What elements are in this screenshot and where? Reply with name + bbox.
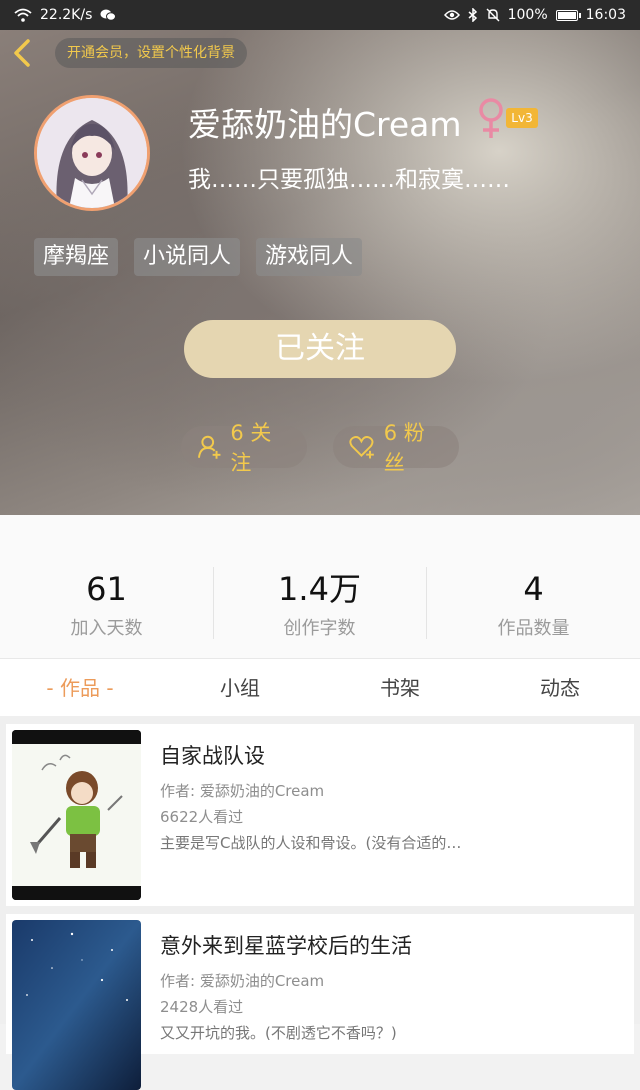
tab-activity[interactable]: 动态	[480, 659, 640, 717]
stat-label: 创作字数	[283, 618, 356, 639]
tag: 摩羯座	[34, 238, 119, 276]
avatar-illustration	[37, 98, 147, 208]
battery-icon	[555, 9, 581, 21]
stat-label: 作品数量	[497, 618, 570, 639]
work-author: 作者: 爱舔奶油的Cream	[160, 972, 325, 990]
stat-value: 4	[523, 570, 544, 608]
cover-illustration	[12, 920, 141, 1090]
stat-word-count: 1.4万 创作字数	[213, 570, 426, 640]
work-title: 意外来到星蓝学校后的生活	[160, 934, 412, 958]
followed-button[interactable]: 已关注	[184, 320, 456, 378]
tag: 游戏同人	[256, 238, 363, 276]
mute-bell-icon	[486, 8, 500, 22]
tab-groups[interactable]: 小组	[160, 659, 320, 717]
chevron-left-icon	[14, 39, 30, 67]
profile-header: 开通会员，设置个性化背景 爱舔奶油的Cream Lv3 我……只要孤独……和寂寞…	[0, 30, 640, 515]
work-title: 自家战队设	[160, 744, 265, 768]
user-add-icon	[197, 435, 221, 459]
tag: 小说同人	[134, 238, 241, 276]
work-card[interactable]: 意外来到星蓝学校后的生活 作者: 爱舔奶油的Cream 2428人看过 又又开坑…	[6, 914, 634, 1090]
stat-label: 加入天数	[70, 618, 143, 639]
username: 爱舔奶油的Cream	[188, 105, 462, 144]
level-badge: Lv3	[506, 108, 538, 128]
stat-value: 1.4万	[278, 570, 361, 608]
work-views: 6622人看过	[160, 808, 244, 826]
eye-icon	[443, 9, 460, 21]
stats-panel: 61 加入天数 1.4万 创作字数 4 作品数量	[0, 515, 640, 658]
battery-percent: 100%	[507, 7, 548, 23]
net-speed: 22.2K/s	[40, 7, 93, 23]
avatar[interactable]	[34, 95, 150, 211]
tab-bar: - 作品 - 小组 书架 动态	[0, 658, 640, 717]
work-card[interactable]: 自家战队设 作者: 爱舔奶油的Cream 6622人看过 主要是写C战队的人设和…	[6, 724, 634, 906]
following-count: 6 关注	[230, 421, 272, 475]
stat-value: 61	[86, 570, 127, 608]
female-gender-icon	[479, 98, 503, 138]
cover-illustration	[12, 730, 141, 900]
bluetooth-icon	[468, 8, 478, 22]
stat-works-count: 4 作品数量	[427, 570, 640, 640]
following-button[interactable]: 6 关注	[181, 421, 307, 475]
wifi-icon	[14, 8, 32, 22]
work-description: 主要是写C战队的人设和骨设。(没有合适的…	[160, 834, 462, 852]
work-views: 2428人看过	[160, 998, 244, 1016]
status-bar: 22.2K/s 100% 16:03	[0, 0, 640, 30]
fans-count: 6 粉丝	[383, 421, 425, 475]
fans-button[interactable]: 6 粉丝	[333, 421, 459, 475]
work-cover	[12, 920, 141, 1090]
wechat-icon	[100, 8, 117, 22]
works-list: 自家战队设 作者: 爱舔奶油的Cream 6622人看过 主要是写C战队的人设和…	[0, 716, 640, 1090]
stat-days-joined: 61 加入天数	[0, 570, 213, 640]
tab-works[interactable]: - 作品 -	[0, 659, 160, 717]
back-button[interactable]	[10, 38, 36, 68]
signature: 我……只要孤独……和寂寞……	[188, 167, 510, 193]
heart-add-icon	[349, 436, 374, 459]
work-cover	[12, 730, 141, 900]
clock: 16:03	[585, 7, 626, 23]
work-description: 又又开坑的我。(不剧透它不香吗？)	[160, 1024, 397, 1042]
work-author: 作者: 爱舔奶油的Cream	[160, 782, 325, 800]
vip-background-prompt[interactable]: 开通会员，设置个性化背景	[55, 38, 247, 68]
tab-bookshelf[interactable]: 书架	[320, 659, 480, 717]
tag-list: 摩羯座 小说同人 游戏同人	[34, 238, 363, 276]
